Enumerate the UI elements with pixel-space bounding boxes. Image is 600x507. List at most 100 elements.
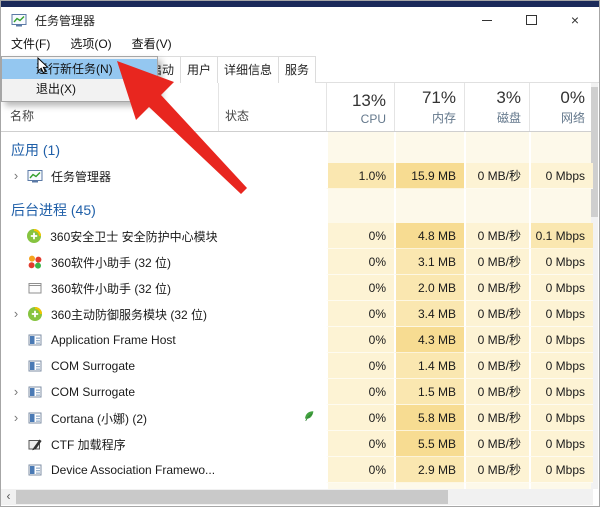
status-cell	[218, 405, 326, 431]
cpu-cell: 0%	[326, 223, 394, 249]
status-column-header[interactable]: 状态	[218, 83, 326, 131]
process-name: 360主动防御服务模块 (32 位)	[51, 306, 207, 323]
disk-cell: 0 MB/秒	[464, 405, 529, 431]
memory-cell: 5.5 MB	[394, 431, 464, 457]
status-cell	[218, 353, 326, 379]
menu-bar-item[interactable]: 选项(O)	[60, 33, 121, 56]
status-cell	[218, 379, 326, 405]
expander-chevron-icon[interactable]: ›	[9, 379, 23, 405]
shield-360-icon	[27, 306, 43, 322]
usage-label: 内存	[432, 109, 456, 126]
usage-header-memory[interactable]: 71%内存	[394, 83, 464, 131]
process-row[interactable]: ›360主动防御服务模块 (32 位)0%3.4 MB0 MB/秒0 Mbps	[1, 301, 593, 327]
process-row[interactable]: COM Surrogate0%1.4 MB0 MB/秒0 Mbps	[1, 353, 593, 379]
usage-header-cpu[interactable]: 13%CPU	[326, 83, 394, 131]
process-row[interactable]: 360软件小助手 (32 位)0%2.0 MB0 MB/秒0 Mbps	[1, 275, 593, 301]
window-outline-icon	[27, 280, 43, 296]
process-name: 360软件小助手 (32 位)	[51, 280, 171, 297]
file-menu-item[interactable]: 运行新任务(N)	[2, 59, 157, 79]
horizontal-scrollbar[interactable]: ‹	[1, 489, 593, 505]
cpu-cell: 0%	[326, 431, 394, 457]
cpu-cell: 0%	[326, 405, 394, 431]
memory-cell: 3.1 MB	[394, 249, 464, 275]
maximize-button[interactable]	[509, 7, 553, 33]
app-window-icon	[27, 332, 43, 348]
disk-cell: 0 MB/秒	[464, 301, 529, 327]
status-cell	[218, 327, 326, 353]
tab-item[interactable]: 用户	[180, 56, 218, 83]
cpu-cell: 0%	[326, 275, 394, 301]
process-row[interactable]: Device Association Framewo...0%2.9 MB0 M…	[1, 457, 593, 483]
tab-item[interactable]: 服务	[278, 56, 316, 83]
memory-cell: 4.8 MB	[394, 223, 464, 249]
title-bar[interactable]: 任务管理器 ×	[1, 7, 599, 33]
expander-chevron-icon[interactable]: ›	[9, 405, 23, 431]
usage-label: 网络	[561, 109, 585, 126]
process-row[interactable]: ›Cortana (小娜) (2)0%5.8 MB0 MB/秒0 Mbps	[1, 405, 593, 431]
process-name: Cortana (小娜) (2)	[51, 410, 147, 427]
scroll-left-button[interactable]: ‹	[1, 489, 16, 505]
network-cell: 0 Mbps	[529, 275, 593, 301]
process-group-header: 应用 (1)	[1, 137, 593, 163]
usage-header-disk[interactable]: 3%磁盘	[464, 83, 529, 131]
status-cell	[218, 223, 326, 249]
name-cell: › 360主动防御服务模块 (32 位)	[1, 301, 218, 327]
process-row[interactable]: CTF 加载程序0%5.5 MB0 MB/秒0 Mbps	[1, 431, 593, 457]
disk-cell: 0 MB/秒	[464, 353, 529, 379]
network-cell: 0 Mbps	[529, 405, 593, 431]
name-cell: ›任务管理器	[1, 163, 218, 189]
task-manager-icon	[27, 168, 43, 184]
network-cell: 0 Mbps	[529, 327, 593, 353]
process-row[interactable]: ›任务管理器1.0%15.9 MB0 MB/秒0 Mbps	[1, 163, 593, 189]
file-menu-item[interactable]: 退出(X)	[2, 79, 157, 99]
process-list: 应用 (1)›任务管理器1.0%15.9 MB0 MB/秒0 Mbps 后台进程 …	[1, 132, 593, 489]
process-row[interactable]: 360安全卫士 安全防护中心模块...0%4.8 MB0 MB/秒0.1 Mbp…	[1, 223, 593, 249]
process-row[interactable]: 360软件小助手 (32 位)0%3.1 MB0 MB/秒0 Mbps	[1, 249, 593, 275]
process-name: CTF 加载程序	[51, 436, 126, 453]
network-cell: 0 Mbps	[529, 301, 593, 327]
horizontal-scrollbar-thumb[interactable]	[16, 490, 448, 504]
process-row[interactable]: ›COM Surrogate0%1.5 MB0 MB/秒0 Mbps	[1, 379, 593, 405]
minimize-button[interactable]	[465, 7, 509, 33]
close-icon: ×	[571, 13, 579, 27]
usage-label: CPU	[361, 112, 386, 126]
suspended-leaf-icon	[302, 409, 316, 428]
menu-bar: 文件(F)选项(O)查看(V)	[1, 33, 599, 56]
memory-cell: 1.5 MB	[394, 379, 464, 405]
circles-360-icon	[27, 254, 43, 270]
app-window-icon	[27, 384, 43, 400]
status-cell	[218, 431, 326, 457]
cpu-cell: 0%	[326, 301, 394, 327]
maximize-icon	[526, 15, 537, 25]
usage-percent: 0%	[560, 88, 585, 108]
app-window-icon	[27, 462, 43, 478]
usage-percent: 71%	[422, 88, 456, 108]
memory-cell: 15.9 MB	[394, 163, 464, 189]
network-cell: 0 Mbps	[529, 379, 593, 405]
usage-column-headers: 13%CPU71%内存3%磁盘0%网络	[326, 83, 593, 131]
cpu-cell: 0%	[326, 379, 394, 405]
expander-chevron-icon[interactable]: ›	[9, 301, 23, 327]
menu-bar-item[interactable]: 查看(V)	[122, 33, 182, 56]
usage-header-network[interactable]: 0%网络	[529, 83, 593, 131]
cpu-cell: 0%	[326, 327, 394, 353]
network-cell: 0 Mbps	[529, 163, 593, 189]
process-group-header: 后台进程 (45)	[1, 197, 593, 223]
close-button[interactable]: ×	[553, 7, 597, 33]
memory-cell: 2.9 MB	[394, 457, 464, 483]
expander-chevron-icon[interactable]: ›	[9, 163, 23, 189]
usage-label: 磁盘	[497, 109, 521, 126]
disk-cell: 0 MB/秒	[464, 163, 529, 189]
name-cell: 360安全卫士 安全防护中心模块...	[1, 223, 218, 249]
network-cell: 0 Mbps	[529, 431, 593, 457]
disk-cell: 0 MB/秒	[464, 379, 529, 405]
process-name: 360软件小助手 (32 位)	[51, 254, 171, 271]
process-row[interactable]: Application Frame Host0%4.3 MB0 MB/秒0 Mb…	[1, 327, 593, 353]
menu-bar-item[interactable]: 文件(F)	[1, 33, 60, 56]
usage-percent: 13%	[352, 91, 386, 111]
tab-item[interactable]: 详细信息	[217, 56, 279, 83]
process-name: Application Frame Host	[51, 333, 176, 347]
status-cell	[218, 457, 326, 483]
status-cell	[218, 249, 326, 275]
minimize-icon	[482, 20, 492, 21]
